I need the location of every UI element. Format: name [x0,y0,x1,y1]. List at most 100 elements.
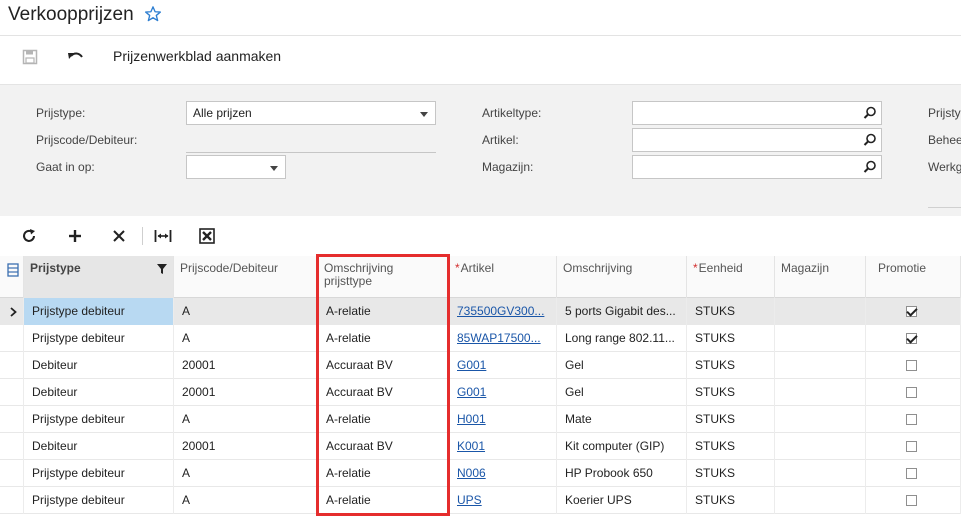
cell-uom[interactable]: STUKS [687,298,775,325]
cell-price-type[interactable]: Debiteur [24,433,174,460]
cell-warehouse[interactable] [775,325,866,352]
cell-price-type[interactable]: Prijstype debiteur [24,298,174,325]
promotion-checkbox[interactable] [906,333,917,344]
delete-row-button[interactable] [108,225,130,247]
column-header-promotion[interactable]: Promotie [866,256,961,298]
cell-item[interactable]: N006 [449,460,557,487]
save-icon [22,49,38,65]
cell-item-description[interactable]: Kit computer (GIP) [557,433,687,460]
table-row[interactable]: Prijstype debiteur A A-relatie N006 HP Probo… [0,460,961,487]
cell-item-description[interactable]: Gel [557,352,687,379]
cell-price-code[interactable]: 20001 [174,352,318,379]
save-button[interactable] [20,47,40,67]
column-header-price-type[interactable]: Prijstype [24,256,174,298]
cell-item-description[interactable]: HP Probook 650 [557,460,687,487]
cell-item[interactable]: 85WAP17500... [449,325,557,352]
cell-price-code[interactable]: A [174,460,318,487]
cell-item-description[interactable]: 5 ports Gigabit des... [557,298,687,325]
item-field[interactable] [632,128,882,152]
cell-item[interactable]: G001 [449,352,557,379]
column-header-warehouse[interactable]: Magazijn [775,256,866,298]
table-row[interactable]: Debiteur 20001 Accuraat BV K001 Kit computer… [0,433,961,460]
undo-button[interactable] [66,47,86,67]
column-chooser-button[interactable] [0,256,24,298]
row-selector[interactable] [0,379,24,406]
cell-price-code[interactable]: 20001 [174,433,318,460]
warehouse-field[interactable] [632,155,882,179]
cell-uom[interactable]: STUKS [687,460,775,487]
table-row[interactable]: Prijstype debiteur A A-relatie 735500GV300.… [0,298,961,325]
table-row[interactable]: Prijstype debiteur A A-relatie 85WAP17500..… [0,325,961,352]
row-selector[interactable] [0,406,24,433]
effective-date-field[interactable] [186,155,286,179]
cell-price-type[interactable]: Prijstype debiteur [24,325,174,352]
column-header-item[interactable]: *Artikel [449,256,557,298]
cell-warehouse[interactable] [775,298,866,325]
cell-warehouse[interactable] [775,352,866,379]
cell-warehouse[interactable] [775,460,866,487]
price-code-field[interactable] [186,128,436,153]
cell-price-type[interactable]: Prijstype debiteur [24,460,174,487]
cell-price-code[interactable]: A [174,298,318,325]
item-type-field[interactable] [632,101,882,125]
cell-uom[interactable]: STUKS [687,487,775,514]
promotion-checkbox[interactable] [906,441,917,452]
cell-uom[interactable]: STUKS [687,433,775,460]
promotion-checkbox[interactable] [906,306,917,317]
add-row-button[interactable] [64,225,86,247]
cell-warehouse[interactable] [775,379,866,406]
table-row[interactable]: Debiteur 20001 Accuraat BV G001 Gel STUKS [0,379,961,406]
promotion-checkbox[interactable] [906,360,917,371]
row-selector[interactable] [0,352,24,379]
export-excel-button[interactable] [196,225,218,247]
promotion-checkbox[interactable] [906,468,917,479]
cell-price-type[interactable]: Debiteur [24,379,174,406]
promotion-checkbox[interactable] [906,495,917,506]
row-selector[interactable] [0,298,24,325]
cell-price-code[interactable]: A [174,406,318,433]
column-header-price-code[interactable]: Prijscode/Debiteur [174,256,318,298]
cell-price-code[interactable]: A [174,487,318,514]
search-icon[interactable] [863,160,877,174]
cell-item[interactable]: 735500GV300... [449,298,557,325]
cell-item[interactable]: G001 [449,379,557,406]
column-header-item-description[interactable]: Omschrijving [557,256,687,298]
search-icon[interactable] [863,133,877,147]
cell-item-description[interactable]: Mate [557,406,687,433]
cell-price-code[interactable]: 20001 [174,379,318,406]
table-row[interactable]: Debiteur 20001 Accuraat BV G001 Gel STUKS [0,352,961,379]
search-icon[interactable] [863,106,877,120]
cell-warehouse[interactable] [775,406,866,433]
filter-icon[interactable] [157,264,167,274]
promotion-checkbox[interactable] [906,414,917,425]
promotion-checkbox[interactable] [906,387,917,398]
cell-price-type[interactable]: Debiteur [24,352,174,379]
cell-item[interactable]: H001 [449,406,557,433]
fit-columns-button[interactable] [152,225,174,247]
cell-warehouse[interactable] [775,433,866,460]
cell-item-description[interactable]: Gel [557,379,687,406]
row-selector[interactable] [0,460,24,487]
cell-price-type[interactable]: Prijstype debiteur [24,406,174,433]
cell-uom[interactable]: STUKS [687,379,775,406]
cell-uom[interactable]: STUKS [687,325,775,352]
cell-warehouse[interactable] [775,487,866,514]
cell-item[interactable]: UPS [449,487,557,514]
create-price-worksheet-button[interactable]: Prijzenwerkblad aanmaken [113,48,281,64]
row-selector[interactable] [0,487,24,514]
cell-price-type[interactable]: Prijstype debiteur [24,487,174,514]
star-outline-icon[interactable] [144,5,162,23]
table-row[interactable]: Prijstype debiteur A A-relatie UPS Koerier U… [0,487,961,514]
cell-uom[interactable]: STUKS [687,406,775,433]
cell-price-code[interactable]: A [174,325,318,352]
table-row[interactable]: Prijstype debiteur A A-relatie H001 Mate STUK… [0,406,961,433]
cell-item[interactable]: K001 [449,433,557,460]
cell-uom[interactable]: STUKS [687,352,775,379]
refresh-button[interactable] [18,225,40,247]
row-selector[interactable] [0,325,24,352]
column-header-uom[interactable]: *Eenheid [687,256,775,298]
cell-item-description[interactable]: Long range 802.11... [557,325,687,352]
price-type-select[interactable]: Alle prijzen [186,101,436,125]
row-selector[interactable] [0,433,24,460]
cell-item-description[interactable]: Koerier UPS [557,487,687,514]
